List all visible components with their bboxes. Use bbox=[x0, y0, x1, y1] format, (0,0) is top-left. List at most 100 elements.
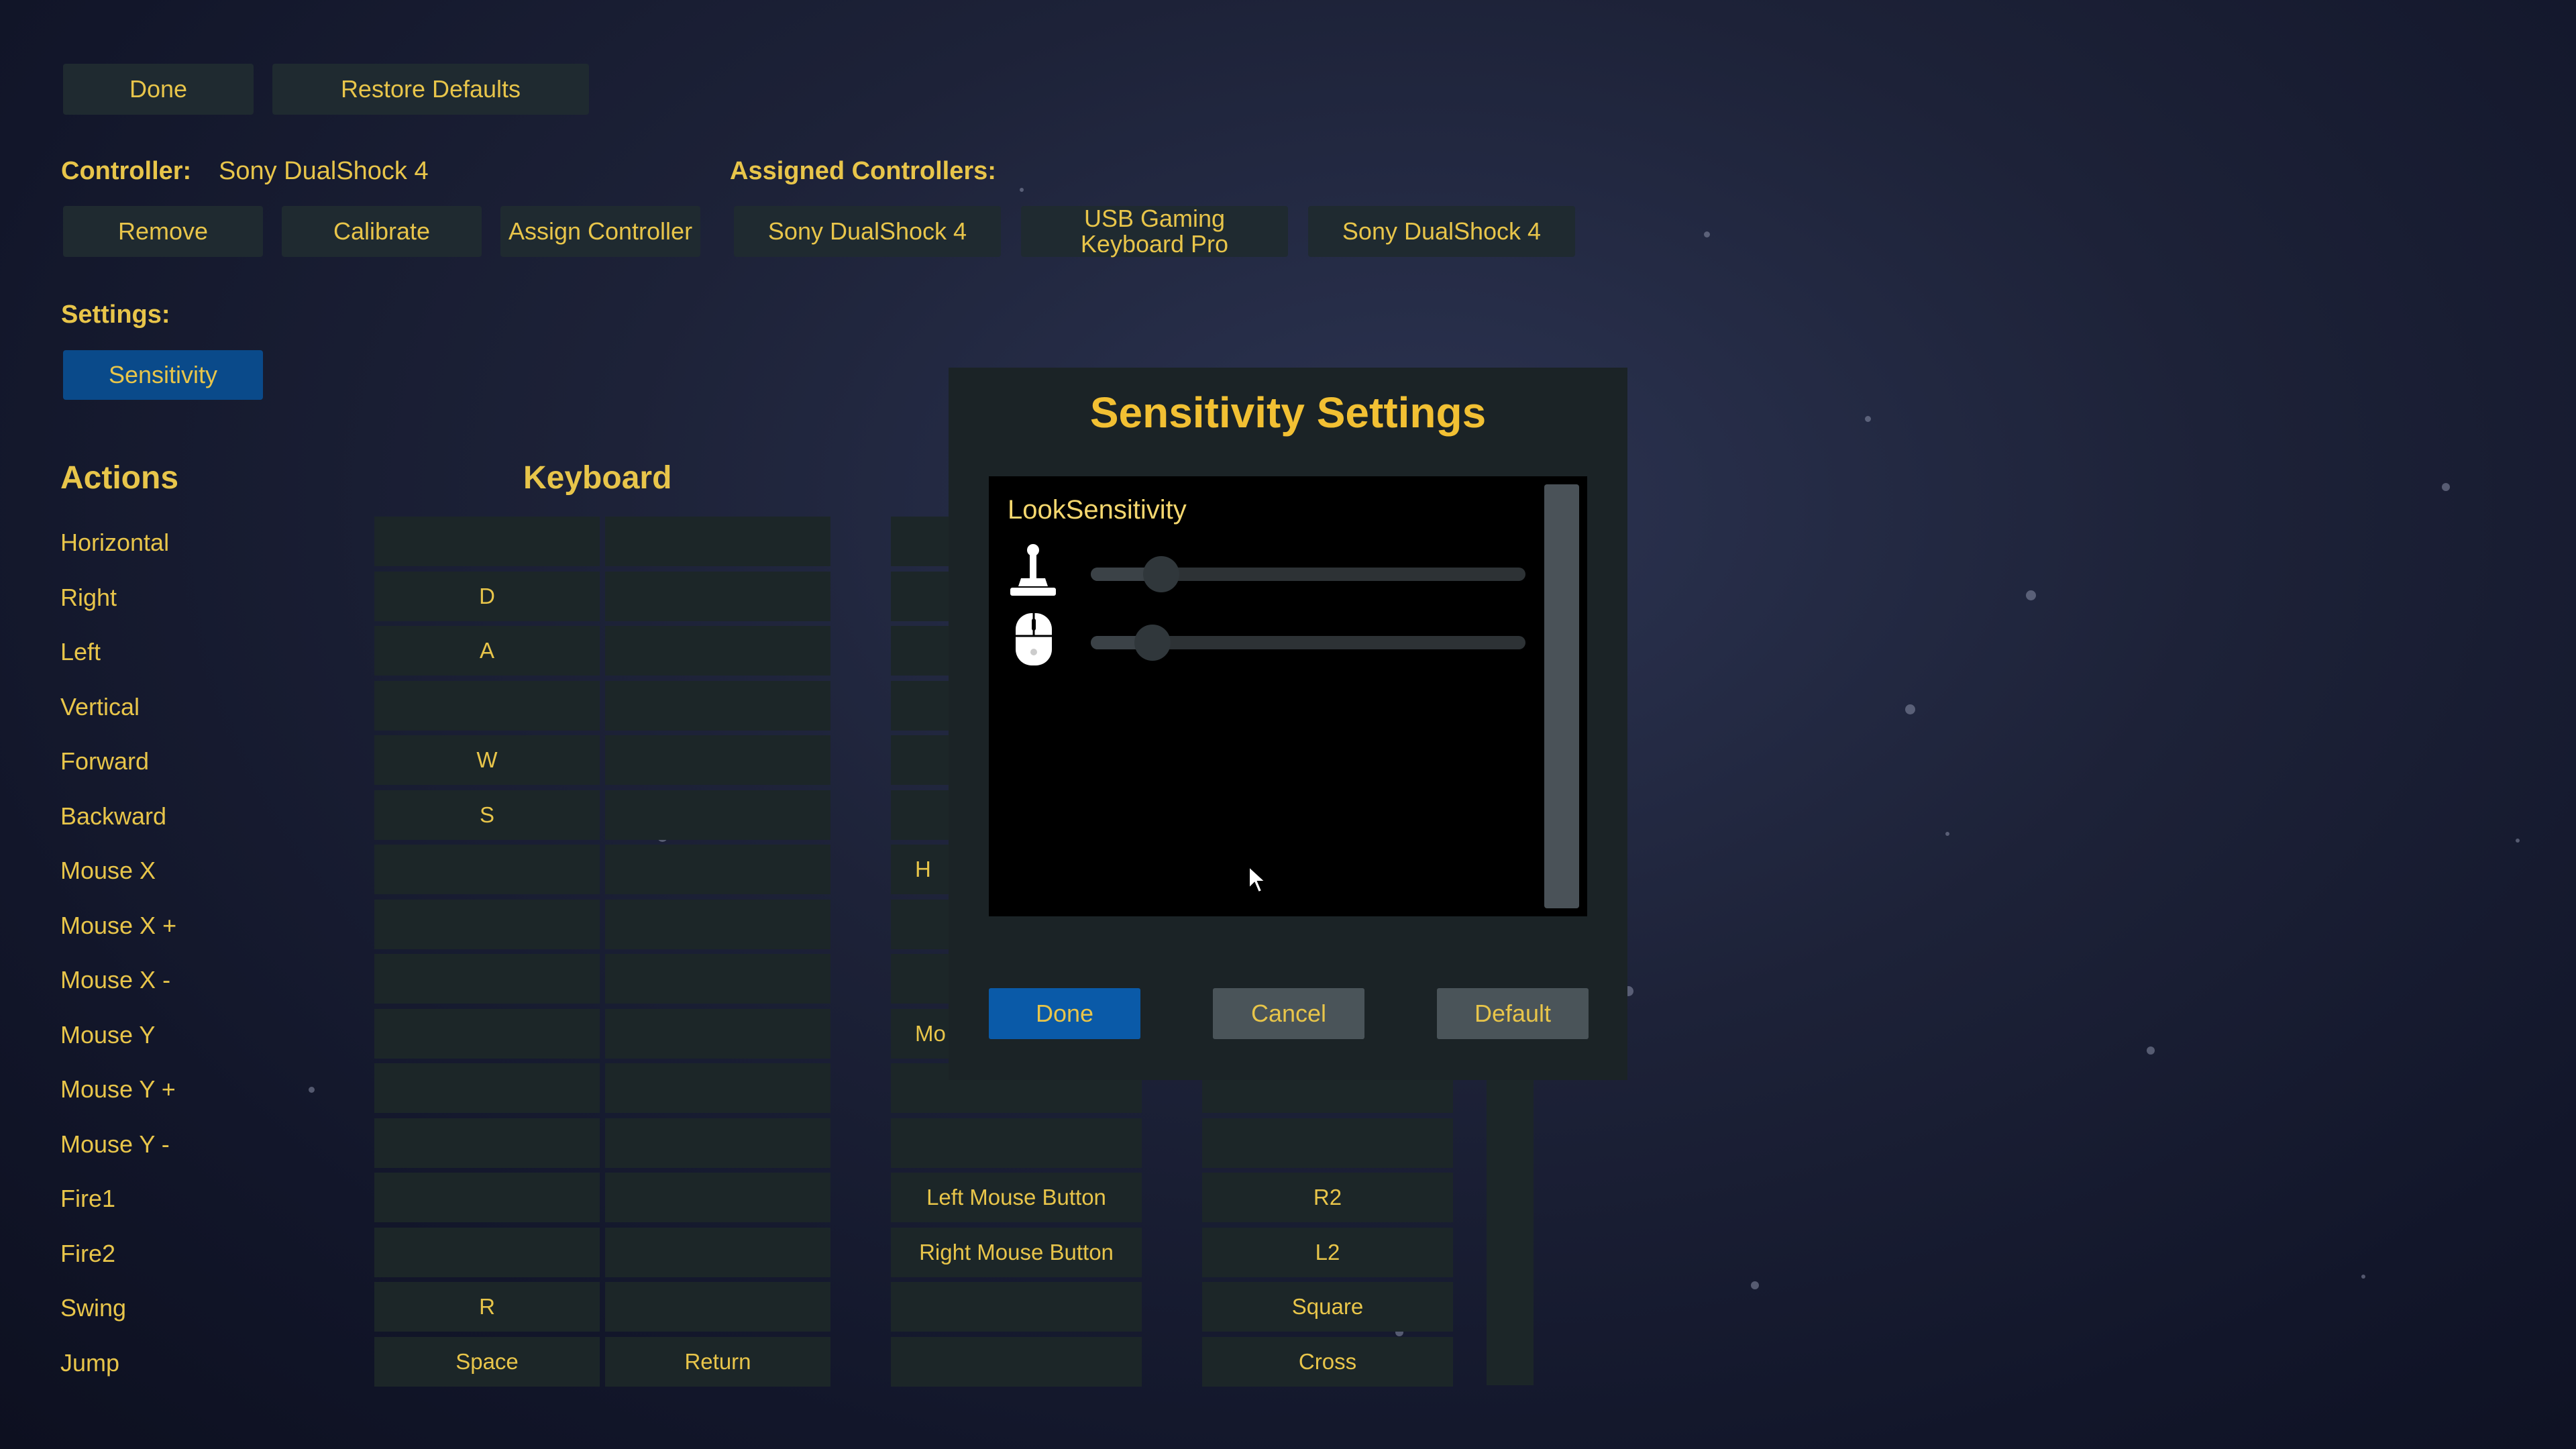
keyboard-binding-1[interactable] bbox=[374, 1063, 600, 1113]
action-label: Backward bbox=[60, 802, 167, 830]
keyboard-binding-2[interactable] bbox=[605, 790, 830, 840]
calibrate-button[interactable]: Calibrate bbox=[282, 206, 482, 257]
keyboard-binding-2[interactable] bbox=[605, 1227, 830, 1277]
keyboard-binding-2[interactable] bbox=[605, 1008, 830, 1059]
mouse-sensitivity-slider[interactable] bbox=[1091, 625, 1525, 661]
keyboard-binding-1[interactable] bbox=[374, 899, 600, 949]
keyboard-binding-1[interactable] bbox=[374, 680, 600, 731]
assigned-controller-3[interactable]: Sony DualShock 4 bbox=[1308, 206, 1575, 257]
restore-defaults-button[interactable]: Restore Defaults bbox=[272, 64, 589, 115]
controller-binding[interactable] bbox=[1202, 1118, 1453, 1168]
star bbox=[1945, 832, 1949, 836]
keyboard-binding-1[interactable]: A bbox=[374, 626, 600, 676]
action-label: Horizontal bbox=[60, 529, 170, 556]
joystick-sensitivity-slider[interactable] bbox=[1091, 556, 1525, 592]
keyboard-binding-2[interactable] bbox=[605, 571, 830, 621]
keyboard-binding-1[interactable]: W bbox=[374, 735, 600, 785]
extra-column bbox=[1487, 1033, 1534, 1385]
action-label: Mouse Y bbox=[60, 1020, 156, 1049]
action-label: Fire1 bbox=[60, 1185, 116, 1212]
star bbox=[2026, 590, 2036, 600]
star bbox=[309, 1087, 315, 1093]
controller-name: Sony DualShock 4 bbox=[219, 157, 429, 185]
assigned-controllers-label: Assigned Controllers: bbox=[730, 157, 996, 185]
keyboard-binding-1[interactable] bbox=[374, 1008, 600, 1059]
assigned-controller-1[interactable]: Sony DualShock 4 bbox=[734, 206, 1001, 257]
keyboard-binding-2[interactable] bbox=[605, 680, 830, 731]
slider-handle[interactable] bbox=[1134, 625, 1171, 661]
star bbox=[2516, 839, 2520, 843]
mouse-icon bbox=[1013, 610, 1055, 668]
keyboard-header: Keyboard bbox=[523, 460, 672, 496]
action-label: Left bbox=[60, 638, 101, 665]
keyboard-binding-2[interactable] bbox=[605, 735, 830, 785]
star bbox=[1704, 231, 1710, 237]
star bbox=[1020, 188, 1024, 192]
action-label: Mouse X - bbox=[60, 966, 171, 994]
dialog-title: Sensitivity Settings bbox=[1089, 388, 1487, 437]
dialog-cancel-button[interactable]: Cancel bbox=[1213, 988, 1364, 1039]
keyboard-binding-1[interactable] bbox=[374, 1173, 600, 1222]
mouse-binding[interactable] bbox=[891, 1282, 1142, 1332]
dialog-default-button[interactable]: Default bbox=[1437, 988, 1589, 1039]
actions-header: Actions bbox=[60, 460, 179, 496]
star bbox=[2361, 1275, 2365, 1279]
panel-scrollbar[interactable] bbox=[1544, 484, 1579, 908]
mouse-binding[interactable] bbox=[891, 1118, 1142, 1168]
mouse-binding[interactable]: Right Mouse Button bbox=[891, 1227, 1142, 1277]
keyboard-binding-1[interactable]: R bbox=[374, 1282, 600, 1332]
mouse-binding[interactable]: Left Mouse Button bbox=[891, 1173, 1142, 1222]
action-label: Mouse X + bbox=[60, 911, 177, 939]
controller-label: Controller: bbox=[61, 157, 192, 185]
keyboard-binding-2[interactable] bbox=[605, 1282, 830, 1332]
cursor-icon bbox=[1248, 865, 1268, 898]
controller-binding[interactable]: L2 bbox=[1202, 1227, 1453, 1277]
settings-label: Settings: bbox=[61, 301, 170, 329]
action-label: Mouse X bbox=[60, 857, 156, 884]
action-label: Right bbox=[60, 583, 117, 611]
keyboard-binding-2[interactable] bbox=[605, 1173, 830, 1222]
action-label: Vertical bbox=[60, 692, 140, 720]
keyboard-binding-2[interactable] bbox=[605, 517, 830, 566]
keyboard-binding-1[interactable] bbox=[374, 1227, 600, 1277]
keyboard-binding-1[interactable] bbox=[374, 517, 600, 566]
star bbox=[1905, 704, 1915, 714]
star bbox=[2147, 1046, 2155, 1055]
action-label: Mouse Y - bbox=[60, 1130, 170, 1158]
action-label: Jump bbox=[60, 1348, 120, 1377]
keyboard-binding-2[interactable]: Return bbox=[605, 1336, 830, 1387]
keyboard-binding-1[interactable]: S bbox=[374, 790, 600, 840]
slider-handle[interactable] bbox=[1142, 556, 1179, 592]
action-label: Mouse Y + bbox=[60, 1075, 176, 1103]
action-label: Swing bbox=[60, 1294, 127, 1322]
keyboard-binding-1[interactable]: Space bbox=[374, 1336, 600, 1387]
dialog-done-button[interactable]: Done bbox=[989, 988, 1140, 1039]
keyboard-binding-2[interactable] bbox=[605, 954, 830, 1004]
keyboard-binding-2[interactable] bbox=[605, 1063, 830, 1113]
keyboard-binding-2[interactable] bbox=[605, 899, 830, 949]
mouse-binding[interactable] bbox=[891, 1336, 1142, 1387]
keyboard-binding-1[interactable] bbox=[374, 845, 600, 894]
keyboard-binding-1[interactable] bbox=[374, 954, 600, 1004]
keyboard-binding-1[interactable]: D bbox=[374, 571, 600, 621]
done-button[interactable]: Done bbox=[63, 64, 254, 115]
star bbox=[1751, 1281, 1759, 1289]
remove-button[interactable]: Remove bbox=[63, 206, 263, 257]
keyboard-binding-2[interactable] bbox=[605, 1118, 830, 1168]
action-label: Forward bbox=[60, 747, 150, 775]
controller-binding[interactable]: Square bbox=[1202, 1282, 1453, 1332]
joystick-icon bbox=[1008, 542, 1059, 600]
keyboard-binding-1[interactable] bbox=[374, 1118, 600, 1168]
assigned-controller-2[interactable]: USB Gaming Keyboard Pro bbox=[1021, 206, 1288, 257]
look-sensitivity-label: LookSensitivity bbox=[1008, 495, 1187, 525]
controller-binding[interactable]: R2 bbox=[1202, 1173, 1453, 1222]
keyboard-binding-2[interactable] bbox=[605, 626, 830, 676]
star bbox=[2442, 483, 2450, 491]
assign-controller-button[interactable]: Assign Controller bbox=[500, 206, 700, 257]
keyboard-binding-2[interactable] bbox=[605, 845, 830, 894]
sensitivity-settings-dialog: Sensitivity Settings LookSensitivity Don… bbox=[949, 368, 1627, 1080]
action-label: Fire2 bbox=[60, 1239, 116, 1267]
sensitivity-button[interactable]: Sensitivity bbox=[63, 350, 263, 400]
sensitivity-panel: LookSensitivity bbox=[989, 476, 1587, 916]
controller-binding[interactable]: Cross bbox=[1202, 1336, 1453, 1387]
